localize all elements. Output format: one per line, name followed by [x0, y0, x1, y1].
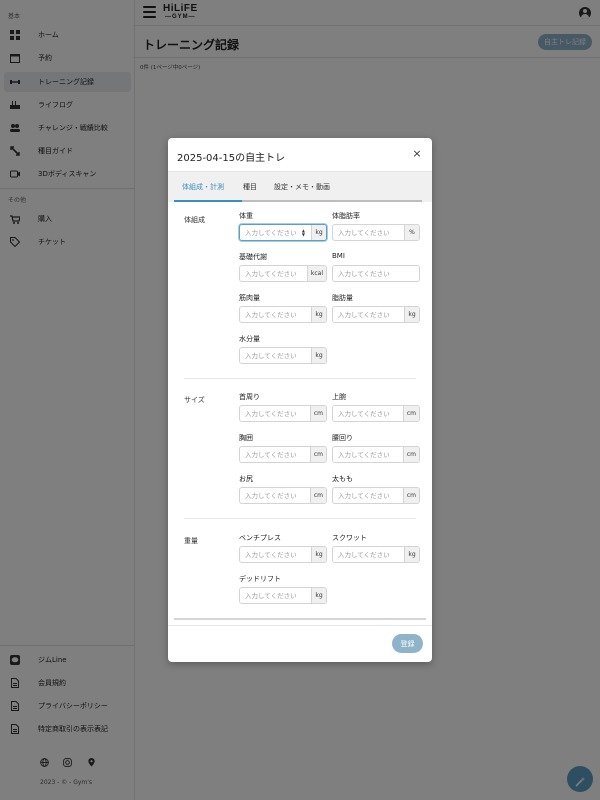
field-label-squat: スクワット	[332, 534, 367, 542]
tab-exercises[interactable]: 種目	[243, 182, 257, 192]
neck-field[interactable]: cm	[239, 405, 327, 422]
fat-field[interactable]: kg	[332, 306, 420, 323]
squat-field[interactable]: kg	[332, 546, 420, 563]
unit-label: kg	[311, 588, 326, 603]
thigh-input[interactable]	[333, 488, 403, 503]
unit-label: cm	[309, 447, 326, 462]
weight-input[interactable]	[240, 225, 311, 240]
field-label-body-fat: 体脂肪率	[332, 212, 360, 220]
chest-input[interactable]	[240, 447, 310, 462]
unit-label: cm	[402, 406, 419, 421]
bmr-field[interactable]: kcal	[239, 265, 327, 282]
unit-label: cm	[309, 406, 326, 421]
field-label-upper-arm: 上腕	[332, 393, 346, 401]
field-label-bmi: BMI	[332, 252, 345, 260]
unit-label: %	[404, 225, 419, 240]
unit-label: kg	[311, 307, 326, 322]
fat-input[interactable]	[333, 307, 404, 322]
bench-press-field[interactable]: kg	[239, 546, 327, 563]
water-input[interactable]	[240, 348, 311, 363]
modal-tabs: 体組成・計測 種目 設定・メモ・動画	[168, 171, 432, 202]
deadlift-field[interactable]: kg	[239, 587, 327, 604]
field-label-neck: 首周り	[239, 393, 260, 401]
body-fat-input[interactable]	[333, 225, 404, 240]
stepper-arrows-icon[interactable]: ▲ ▼	[302, 229, 305, 237]
bmi-field[interactable]	[332, 265, 420, 282]
field-label-deadlift: デッドリフト	[239, 575, 281, 583]
bmi-input[interactable]	[333, 266, 419, 281]
unit-label: cm	[309, 488, 326, 503]
modal-footer-divider	[168, 625, 432, 626]
field-label-fat: 脂肪量	[332, 294, 353, 302]
field-label-water: 水分量	[239, 335, 260, 343]
unit-label: kg	[311, 547, 326, 562]
field-label-thigh: 太もも	[332, 475, 353, 483]
close-icon[interactable]: ×	[411, 148, 423, 160]
section-title-weight: 重量	[184, 537, 198, 545]
unit-label: kg	[404, 547, 419, 562]
unit-label: kg	[311, 348, 326, 363]
unit-label: kg	[311, 225, 326, 240]
water-field[interactable]: kg	[239, 347, 327, 364]
bench-press-input[interactable]	[240, 547, 311, 562]
bmr-input[interactable]	[240, 266, 307, 281]
hip-field[interactable]: cm	[239, 487, 327, 504]
waist-input[interactable]	[333, 447, 403, 462]
section-divider	[184, 518, 416, 519]
register-button[interactable]: 登録	[392, 634, 423, 653]
section-title-composition: 体組成	[184, 216, 205, 224]
field-label-weight: 体重	[239, 212, 253, 220]
field-label-waist: 腰回り	[332, 434, 353, 442]
field-label-hip: お尻	[239, 475, 253, 483]
hip-input[interactable]	[240, 488, 310, 503]
field-label-chest: 胸囲	[239, 434, 253, 442]
field-label-bmr: 基礎代謝	[239, 253, 267, 261]
muscle-input[interactable]	[240, 307, 311, 322]
self-training-modal: 2025-04-15の自主トレ × 体組成・計測 種目 設定・メモ・動画 体組成…	[168, 138, 432, 662]
unit-label: cm	[402, 447, 419, 462]
deadlift-input[interactable]	[240, 588, 311, 603]
modal-title: 2025-04-15の自主トレ	[177, 153, 286, 164]
unit-label: cm	[402, 488, 419, 503]
waist-field[interactable]: cm	[332, 446, 420, 463]
field-label-muscle: 筋肉量	[239, 294, 260, 302]
modal-form-body: 体組成 体重 ▲▼ kg 体脂肪率 % 基礎代謝 kcal BMI 筋肉量 kg…	[174, 202, 426, 620]
thigh-field[interactable]: cm	[332, 487, 420, 504]
upper-arm-field[interactable]: cm	[332, 405, 420, 422]
tab-body-composition[interactable]: 体組成・計測	[182, 182, 224, 192]
section-title-size: サイズ	[184, 396, 205, 404]
muscle-field[interactable]: kg	[239, 306, 327, 323]
section-divider	[184, 378, 416, 379]
field-label-bench: ベンチプレス	[239, 534, 281, 542]
chest-field[interactable]: cm	[239, 446, 327, 463]
unit-label: kcal	[306, 266, 326, 281]
weight-field[interactable]: ▲▼ kg	[239, 224, 327, 241]
unit-label: kg	[404, 307, 419, 322]
neck-input[interactable]	[240, 406, 310, 421]
upper-arm-input[interactable]	[333, 406, 403, 421]
squat-input[interactable]	[333, 547, 404, 562]
body-fat-field[interactable]: %	[332, 224, 420, 241]
tab-settings-memo-video[interactable]: 設定・メモ・動画	[274, 182, 330, 192]
